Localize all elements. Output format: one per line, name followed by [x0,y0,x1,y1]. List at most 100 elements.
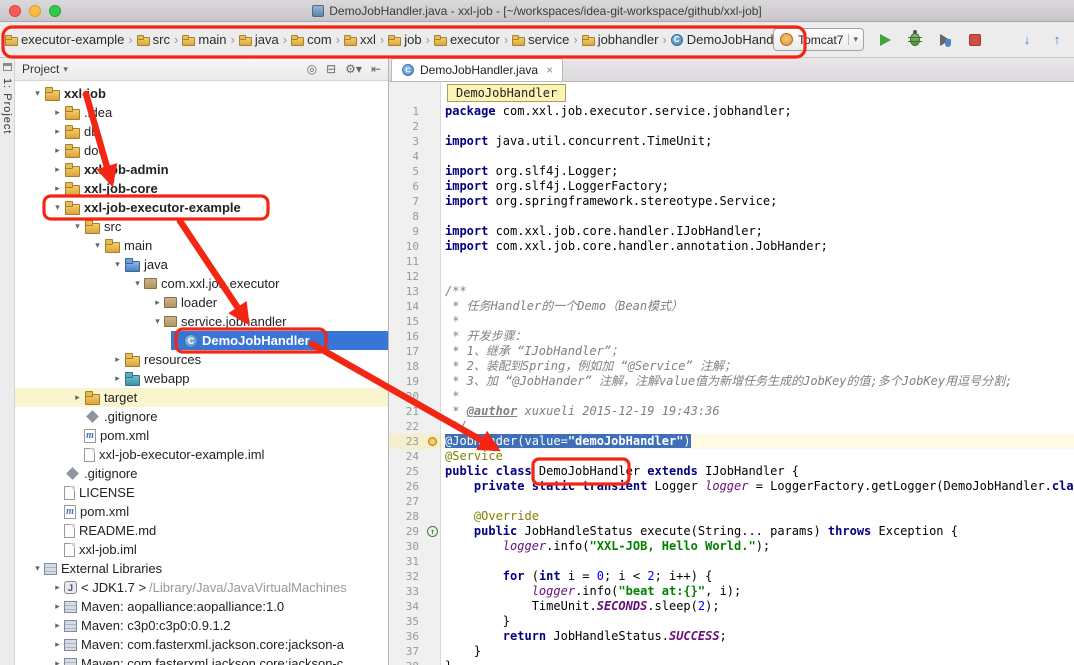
code-line[interactable]: 31 [389,554,1074,569]
breadcrumb-item[interactable]: xxl [341,30,379,49]
code-line[interactable]: 12 [389,269,1074,284]
tree-item[interactable]: ▸resources [15,350,388,369]
chevron-right-icon[interactable]: ▸ [151,297,164,308]
locate-icon[interactable]: ◎ [307,62,317,76]
code-line[interactable]: 29↑ public JobHandleStatus execute(Strin… [389,524,1074,539]
line-number[interactable]: 16 [389,329,425,344]
line-number[interactable]: 18 [389,359,425,374]
line-number[interactable]: 34 [389,599,425,614]
breadcrumb-item[interactable]: CDemoJobHandler [668,30,773,49]
chevron-right-icon[interactable]: ▸ [51,620,64,631]
chevron-down-icon[interactable]: ▾ [63,64,68,75]
tree-item[interactable]: ▾External Libraries [15,559,388,578]
tree-item[interactable]: .gitignore [15,464,388,483]
tree-item[interactable]: ▾com.xxl.job.executor [15,274,388,293]
chevron-right-icon[interactable]: ▸ [111,354,124,365]
code-text[interactable]: } [441,644,1074,659]
line-number[interactable]: 32 [389,569,425,584]
line-number[interactable]: 7 [389,194,425,209]
code-text[interactable]: import org.slf4j.LoggerFactory; [441,179,1074,194]
line-number[interactable]: 23 [389,434,425,449]
code-line[interactable]: 27 [389,494,1074,509]
line-number[interactable]: 22 [389,419,425,434]
minimize-button[interactable] [29,5,41,17]
code-line[interactable]: 16 * 开发步骤： [389,329,1074,344]
code-text[interactable]: logger.info("XXL-JOB, Hello World."); [441,539,1074,554]
code-line[interactable]: 30 logger.info("XXL-JOB, Hello World."); [389,539,1074,554]
tree-item[interactable]: ▸Maven: aopalliance:aopalliance:1.0 [15,597,388,616]
tree-item[interactable]: ▸Maven: com.fasterxml.jackson.core:jacks… [15,654,388,665]
editor[interactable]: DemoJobHandler 1package com.xxl.job.exec… [389,82,1074,665]
code-line[interactable]: 8 [389,209,1074,224]
tree-item[interactable]: ▸loader [15,293,388,312]
code-text[interactable]: import org.slf4j.Logger; [441,164,1074,179]
chevron-right-icon[interactable]: ▸ [51,183,64,194]
tree-item[interactable]: ▾xxl-job-executor-example [15,198,388,217]
code-line[interactable]: 21 * @author xuxueli 2015-12-19 19:43:36 [389,404,1074,419]
code-text[interactable]: */ [441,419,1074,434]
code-line[interactable]: 19 * 3、加 “@JobHander” 注解，注解value值为新增任务生成… [389,374,1074,389]
line-number[interactable]: 17 [389,344,425,359]
code-line[interactable]: 6import org.slf4j.LoggerFactory; [389,179,1074,194]
chevron-right-icon[interactable]: ▸ [51,145,64,156]
line-number[interactable]: 15 [389,314,425,329]
chevron-right-icon[interactable]: ▸ [111,373,124,384]
close-icon[interactable]: × [546,63,553,77]
code-line[interactable]: 23@JobHander(value="demoJobHandler") [389,434,1074,449]
chevron-right-icon[interactable]: ▸ [51,164,64,175]
code-text[interactable]: } [441,659,1074,665]
tree-item[interactable]: xxl-job.iml [15,540,388,559]
close-button[interactable] [9,5,21,17]
tree-item[interactable]: ▾xxl-job [15,84,388,103]
tree-item[interactable]: ▸xxl-job-admin [15,160,388,179]
code-text[interactable] [441,554,1074,569]
chevron-down-icon[interactable]: ▾ [111,259,124,270]
line-number[interactable]: 12 [389,269,425,284]
code-line[interactable]: 37 } [389,644,1074,659]
line-number[interactable]: 19 [389,374,425,389]
chevron-down-icon[interactable]: ▾ [31,563,44,574]
tree-item[interactable]: ▸Maven: c3p0:c3p0:0.9.1.2 [15,616,388,635]
code-text[interactable]: for (int i = 0; i < 2; i++) { [441,569,1074,584]
code-text[interactable] [441,149,1074,164]
code-text[interactable]: logger.info("beat at:{}", i); [441,584,1074,599]
code-line[interactable]: 17 * 1、继承 “IJobHandler”； [389,344,1074,359]
code-text[interactable]: private static transient Logger logger =… [441,479,1074,494]
line-number[interactable]: 38 [389,659,425,665]
line-number[interactable]: 21 [389,404,425,419]
code-line[interactable]: 2 [389,119,1074,134]
tree-item[interactable]: ▸xxl-job-core [15,179,388,198]
chevron-down-icon[interactable]: ▾ [91,240,104,251]
code-line[interactable]: 9import com.xxl.job.core.handler.IJobHan… [389,224,1074,239]
line-number[interactable]: 37 [389,644,425,659]
breadcrumb-item[interactable]: executor [431,30,503,49]
code-line[interactable]: 25public class DemoJobHandler extends IJ… [389,464,1074,479]
code-line[interactable]: 14 * 任务Handler的一个Demo（Bean模式） [389,299,1074,314]
code-text[interactable]: return JobHandleStatus.SUCCESS; [441,629,1074,644]
code-line[interactable]: 34 TimeUnit.SECONDS.sleep(2); [389,599,1074,614]
project-panel-title[interactable]: Project [22,62,59,76]
line-number[interactable]: 27 [389,494,425,509]
line-number[interactable]: 28 [389,509,425,524]
code-text[interactable]: * 任务Handler的一个Demo（Bean模式） [441,299,1074,314]
vcs-update-button[interactable]: ↓ [1018,31,1036,49]
chevron-right-icon[interactable]: ▸ [51,601,64,612]
chevron-right-icon[interactable]: ▸ [51,126,64,137]
code-line[interactable]: 28 @Override [389,509,1074,524]
chevron-right-icon[interactable]: ▸ [51,107,64,118]
code-line[interactable]: 15 * [389,314,1074,329]
breadcrumb-item[interactable]: jobhandler [579,30,662,49]
code-text[interactable] [441,494,1074,509]
code-text[interactable] [441,254,1074,269]
code-line[interactable]: 20 * [389,389,1074,404]
line-number[interactable]: 35 [389,614,425,629]
code-text[interactable]: import org.springframework.stereotype.Se… [441,194,1074,209]
code-line[interactable]: 1package com.xxl.job.executor.service.jo… [389,104,1074,119]
tree-item[interactable]: CDemoJobHandler [15,331,388,350]
code-line[interactable]: 7 import org.springframework.stereotype.S… [389,194,1074,209]
tab-demojobhandler[interactable]: C DemoJobHandler.java × [391,58,563,81]
breadcrumb-item[interactable]: com [288,30,335,49]
code-text[interactable] [441,269,1074,284]
code-text[interactable]: import com.xxl.job.core.handler.annotati… [441,239,1074,254]
line-number[interactable]: 33 [389,584,425,599]
